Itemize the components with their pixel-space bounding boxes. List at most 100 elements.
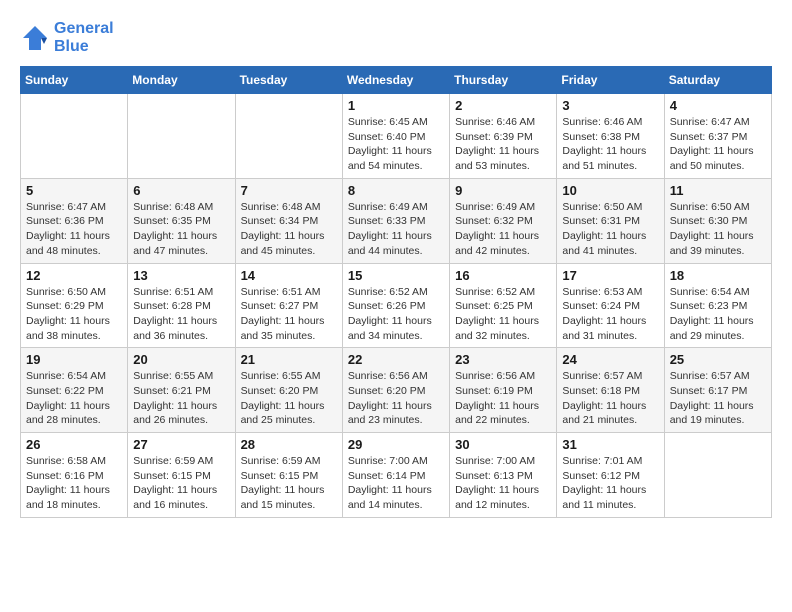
calendar-week-row: 12Sunrise: 6:50 AM Sunset: 6:29 PM Dayli… [21,263,772,348]
day-number: 27 [133,437,229,452]
weekday-header: Wednesday [342,67,449,94]
weekday-header: Tuesday [235,67,342,94]
day-info: Sunrise: 6:49 AM Sunset: 6:33 PM Dayligh… [348,200,444,259]
calendar-week-row: 5 Sunrise: 6:47 AM Sunset: 6:36 PM Daylig… [21,178,772,263]
day-info: Sunrise: 6:46 AM Sunset: 6:39 PM Dayligh… [455,115,551,174]
calendar-day-cell: 6 Sunrise: 6:48 AM Sunset: 6:35 PM Daylig… [128,178,235,263]
day-info: Sunrise: 6:54 AM Sunset: 6:22 PM Dayligh… [26,369,122,428]
calendar-day-cell: 16 Sunrise: 6:52 AM Sunset: 6:25 PM Dayli… [450,263,557,348]
weekday-header: Sunday [21,67,128,94]
day-info: Sunrise: 6:49 AM Sunset: 6:32 PM Dayligh… [455,200,551,259]
day-info: Sunrise: 6:47 AM Sunset: 6:37 PM Dayligh… [670,115,766,174]
calendar-day-cell [664,433,771,518]
calendar-day-cell: 24Sunrise: 6:57 AM Sunset: 6:18 PM Dayli… [557,348,664,433]
calendar-day-cell: 4Sunrise: 6:47 AM Sunset: 6:37 PM Daylig… [664,94,771,179]
day-number: 11 [670,183,766,198]
day-number: 22 [348,352,444,367]
day-info: Sunrise: 6:51 AM Sunset: 6:28 PM Dayligh… [133,285,229,344]
day-info: Sunrise: 6:52 AM Sunset: 6:25 PM Dayligh… [455,285,551,344]
day-info: Sunrise: 6:56 AM Sunset: 6:19 PM Dayligh… [455,369,551,428]
day-info: Sunrise: 7:00 AM Sunset: 6:13 PM Dayligh… [455,454,551,513]
calendar-day-cell: 19 Sunrise: 6:54 AM Sunset: 6:22 PM Dayli… [21,348,128,433]
day-info: Sunrise: 7:01 AM Sunset: 6:12 PM Dayligh… [562,454,658,513]
calendar-day-cell: 1 Sunrise: 6:45 AM Sunset: 6:40 PM Daylig… [342,94,449,179]
calendar-table: SundayMondayTuesdayWednesdayThursdayFrid… [20,66,772,518]
calendar-day-cell: 21 Sunrise: 6:55 AM Sunset: 6:20 PM Dayli… [235,348,342,433]
day-number: 12 [26,268,122,283]
day-number: 15 [348,268,444,283]
day-number: 24 [562,352,658,367]
day-number: 6 [133,183,229,198]
logo-text: General Blue [54,20,114,56]
calendar-day-cell: 7 Sunrise: 6:48 AM Sunset: 6:34 PM Daylig… [235,178,342,263]
day-info: Sunrise: 6:53 AM Sunset: 6:24 PM Dayligh… [562,285,658,344]
calendar-day-cell [21,94,128,179]
day-number: 20 [133,352,229,367]
calendar-day-cell: 14 Sunrise: 6:51 AM Sunset: 6:27 PM Dayli… [235,263,342,348]
day-info: Sunrise: 6:48 AM Sunset: 6:34 PM Dayligh… [241,200,337,259]
day-number: 21 [241,352,337,367]
day-info: Sunrise: 6:51 AM Sunset: 6:27 PM Dayligh… [241,285,337,344]
day-number: 9 [455,183,551,198]
day-number: 28 [241,437,337,452]
calendar-day-cell: 10Sunrise: 6:50 AM Sunset: 6:31 PM Dayli… [557,178,664,263]
day-info: Sunrise: 6:59 AM Sunset: 6:15 PM Dayligh… [133,454,229,513]
day-number: 16 [455,268,551,283]
calendar-day-cell: 18Sunrise: 6:54 AM Sunset: 6:23 PM Dayli… [664,263,771,348]
day-info: Sunrise: 6:50 AM Sunset: 6:30 PM Dayligh… [670,200,766,259]
day-info: Sunrise: 6:58 AM Sunset: 6:16 PM Dayligh… [26,454,122,513]
day-info: Sunrise: 6:45 AM Sunset: 6:40 PM Dayligh… [348,115,444,174]
day-info: Sunrise: 6:57 AM Sunset: 6:17 PM Dayligh… [670,369,766,428]
day-info: Sunrise: 6:52 AM Sunset: 6:26 PM Dayligh… [348,285,444,344]
calendar-week-row: 19 Sunrise: 6:54 AM Sunset: 6:22 PM Dayli… [21,348,772,433]
day-info: Sunrise: 6:55 AM Sunset: 6:20 PM Dayligh… [241,369,337,428]
day-number: 5 [26,183,122,198]
calendar-day-cell: 25 Sunrise: 6:57 AM Sunset: 6:17 PM Dayli… [664,348,771,433]
day-info: Sunrise: 6:48 AM Sunset: 6:35 PM Dayligh… [133,200,229,259]
weekday-header: Saturday [664,67,771,94]
page-header: General Blue [20,20,772,56]
calendar-day-cell: 26 Sunrise: 6:58 AM Sunset: 6:16 PM Dayli… [21,433,128,518]
calendar-day-cell: 23 Sunrise: 6:56 AM Sunset: 6:19 PM Dayli… [450,348,557,433]
day-number: 8 [348,183,444,198]
day-number: 10 [562,183,658,198]
calendar-day-cell: 5 Sunrise: 6:47 AM Sunset: 6:36 PM Daylig… [21,178,128,263]
weekday-header: Thursday [450,67,557,94]
day-number: 3 [562,98,658,113]
day-number: 30 [455,437,551,452]
calendar-day-cell [128,94,235,179]
weekday-header: Monday [128,67,235,94]
day-number: 2 [455,98,551,113]
day-number: 18 [670,268,766,283]
day-number: 23 [455,352,551,367]
calendar-week-row: 1 Sunrise: 6:45 AM Sunset: 6:40 PM Daylig… [21,94,772,179]
weekday-header-row: SundayMondayTuesdayWednesdayThursdayFrid… [21,67,772,94]
calendar-day-cell [235,94,342,179]
calendar-day-cell: 27 Sunrise: 6:59 AM Sunset: 6:15 PM Dayli… [128,433,235,518]
calendar-day-cell: 29Sunrise: 7:00 AM Sunset: 6:14 PM Dayli… [342,433,449,518]
logo-icon [20,23,50,53]
logo: General Blue [20,20,114,56]
calendar-day-cell: 13 Sunrise: 6:51 AM Sunset: 6:28 PM Dayli… [128,263,235,348]
day-number: 1 [348,98,444,113]
day-number: 19 [26,352,122,367]
calendar-day-cell: 9 Sunrise: 6:49 AM Sunset: 6:32 PM Daylig… [450,178,557,263]
weekday-header: Friday [557,67,664,94]
day-info: Sunrise: 6:59 AM Sunset: 6:15 PM Dayligh… [241,454,337,513]
day-info: Sunrise: 6:47 AM Sunset: 6:36 PM Dayligh… [26,200,122,259]
calendar-day-cell: 31 Sunrise: 7:01 AM Sunset: 6:12 PM Dayli… [557,433,664,518]
calendar-day-cell: 2 Sunrise: 6:46 AM Sunset: 6:39 PM Daylig… [450,94,557,179]
day-info: Sunrise: 7:00 AM Sunset: 6:14 PM Dayligh… [348,454,444,513]
day-number: 31 [562,437,658,452]
calendar-day-cell: 22Sunrise: 6:56 AM Sunset: 6:20 PM Dayli… [342,348,449,433]
day-number: 13 [133,268,229,283]
calendar-day-cell: 20Sunrise: 6:55 AM Sunset: 6:21 PM Dayli… [128,348,235,433]
calendar-day-cell: 17Sunrise: 6:53 AM Sunset: 6:24 PM Dayli… [557,263,664,348]
day-number: 14 [241,268,337,283]
calendar-day-cell: 15 Sunrise: 6:52 AM Sunset: 6:26 PM Dayli… [342,263,449,348]
day-number: 7 [241,183,337,198]
day-number: 26 [26,437,122,452]
calendar-day-cell: 12Sunrise: 6:50 AM Sunset: 6:29 PM Dayli… [21,263,128,348]
day-number: 25 [670,352,766,367]
calendar-day-cell: 30 Sunrise: 7:00 AM Sunset: 6:13 PM Dayli… [450,433,557,518]
